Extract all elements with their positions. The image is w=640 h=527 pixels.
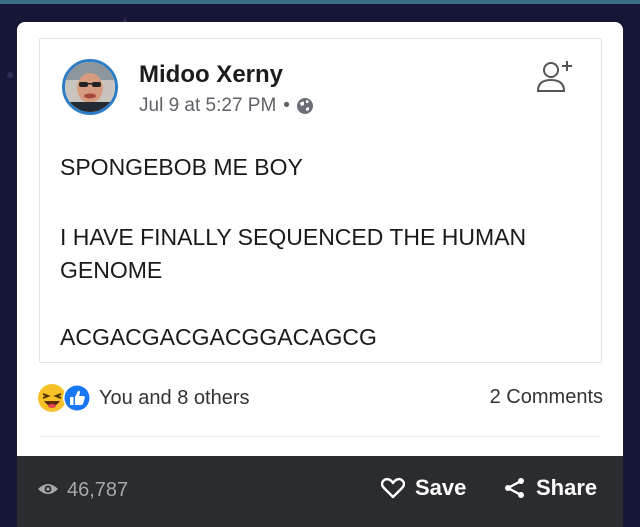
globe-icon (296, 97, 314, 115)
heart-outline-icon (381, 477, 415, 499)
save-button[interactable]: Save (381, 475, 466, 501)
divider (39, 436, 600, 437)
reaction-icons (37, 382, 95, 414)
post-meta: Jul 9 at 5:27 PM • (139, 95, 314, 117)
like-thumb-icon (63, 384, 91, 412)
save-label: Save (415, 475, 467, 500)
avatar[interactable] (62, 59, 118, 115)
post-timestamp[interactable]: Jul 9 at 5:27 PM (139, 95, 276, 117)
reactions-summary[interactable]: You and 8 others (37, 382, 250, 414)
action-bar: 46,787 Save Share (17, 456, 623, 527)
share-label: Share (536, 475, 598, 500)
view-count: 46,787 (37, 479, 128, 502)
post-text-line: SPONGEBOB ME BOY (60, 154, 303, 180)
background-decoration: ● (6, 66, 15, 82)
view-count-value: 46,787 (67, 479, 129, 501)
avatar-photo (65, 62, 115, 112)
meme-card: Midoo Xerny Jul 9 at 5:27 PM • SPONGEBOB… (17, 22, 623, 456)
page-background: ▲ ● Midoo Xerny Jul 9 at 5:27 PM • SPONG… (0, 0, 640, 527)
add-friend-icon[interactable] (535, 57, 575, 97)
top-strip (0, 0, 640, 4)
post-text-line: ACGACGACGACGGACAGCG (60, 324, 377, 350)
comments-count[interactable]: 2 Comments (490, 386, 603, 409)
share-button[interactable]: Share (504, 475, 597, 501)
post-text-line: GENOME (60, 257, 163, 283)
post-text-line: I HAVE FINALLY SEQUENCED THE HUMAN (60, 224, 527, 250)
facebook-post: Midoo Xerny Jul 9 at 5:27 PM • SPONGEBOB… (39, 38, 602, 363)
eye-icon (37, 479, 59, 502)
likes-count[interactable]: You and 8 others (99, 387, 250, 410)
meta-separator: • (283, 95, 290, 116)
laughing-emoji-icon (38, 384, 66, 412)
author-name[interactable]: Midoo Xerny (139, 61, 283, 89)
share-icon (504, 477, 536, 499)
